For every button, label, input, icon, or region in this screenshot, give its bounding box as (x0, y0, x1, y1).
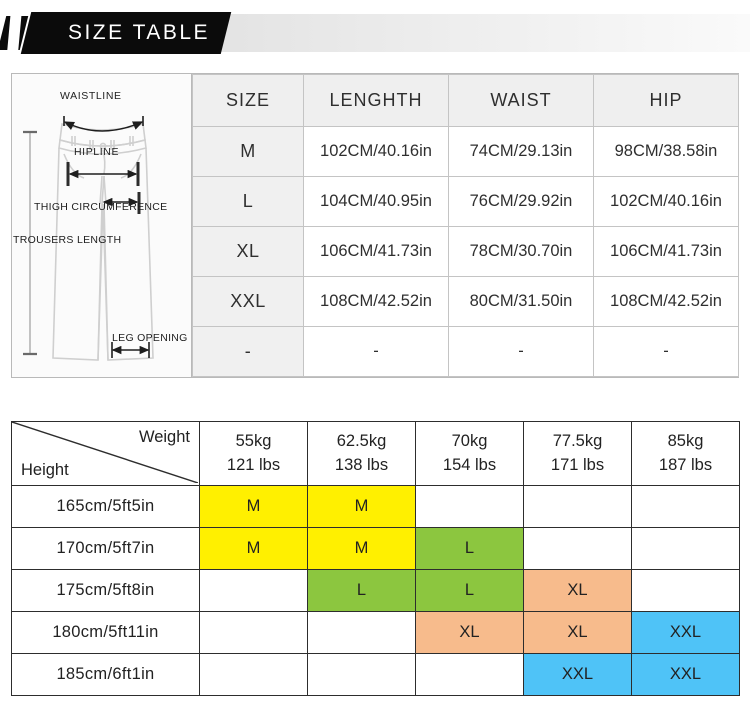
cell-waist: 80CM/31.50in (448, 276, 594, 327)
table-row: XXL 108CM/42.52in 80CM/31.50in 108CM/42.… (192, 276, 739, 327)
weight-kg: 85kg (667, 432, 704, 451)
trousers-measurement-diagram: WAISTLINE HIPLINE THIGH CIRCUMFERENCE TR… (12, 74, 192, 377)
col-header-size: SIZE (192, 74, 304, 127)
fit-cell: XL (523, 611, 632, 654)
weight-header-cell: 77.5kg 171 lbs (523, 421, 632, 486)
height-label-cell: 185cm/6ft1in (11, 653, 200, 696)
fit-matrix-header-row: Weight Height 55kg 121 lbs 62.5kg 138 lb… (11, 421, 740, 486)
diagram-label-trousers-length: TROUSERS LENGTH (13, 234, 122, 246)
cell-hip: 108CM/42.52in (593, 276, 739, 327)
cell-hip: 106CM/41.73in (593, 226, 739, 277)
table-row: - - - - (192, 326, 739, 377)
fit-cell (631, 485, 740, 528)
table-row: 185cm/6ft1in XXL XXL (11, 653, 740, 696)
fit-cell: L (415, 527, 524, 570)
height-label-cell: 180cm/5ft11in (11, 611, 200, 654)
weight-header-cell: 55kg 121 lbs (199, 421, 308, 486)
cell-size: - (192, 326, 304, 377)
weight-kg: 62.5kg (336, 432, 387, 451)
table-row: 175cm/5ft8in L L XL (11, 569, 740, 612)
fit-cell: XL (523, 569, 632, 612)
fit-cell (307, 653, 416, 696)
height-label-cell: 175cm/5ft8in (11, 569, 200, 612)
weight-header-cell: 62.5kg 138 lbs (307, 421, 416, 486)
col-header-waist: WAIST (448, 74, 594, 127)
size-table-section: WAISTLINE HIPLINE THIGH CIRCUMFERENCE TR… (11, 73, 739, 378)
cell-length: 104CM/40.95in (303, 176, 449, 227)
weight-kg: 77.5kg (552, 432, 603, 451)
fit-cell: M (307, 485, 416, 528)
col-header-length: LENGHTH (303, 74, 449, 127)
size-table-header-row: SIZE LENGHTH WAIST HIP (192, 74, 739, 127)
diagram-label-waistline: WAISTLINE (60, 90, 122, 102)
col-header-hip: HIP (593, 74, 739, 127)
weight-lbs: 171 lbs (550, 455, 605, 474)
fit-cell (523, 527, 632, 570)
fit-cell: XXL (631, 653, 740, 696)
weight-lbs: 154 lbs (442, 455, 497, 474)
diagram-label-hipline: HIPLINE (74, 146, 120, 158)
fit-cell (415, 653, 524, 696)
corner-label-height: Height (21, 461, 69, 479)
fit-cell (199, 611, 308, 654)
diagram-label-thigh-circumference: THIGH CIRCUMFERENCE (34, 201, 168, 213)
cell-size: XXL (192, 276, 304, 327)
weight-header-cell: 85kg 187 lbs (631, 421, 740, 486)
fit-cell (199, 653, 308, 696)
fit-cell: L (307, 569, 416, 612)
corner-label-weight: Weight (138, 428, 190, 446)
fit-cell: L (415, 569, 524, 612)
table-row: 180cm/5ft11in XL XL XXL (11, 611, 740, 654)
cell-length: 106CM/41.73in (303, 226, 449, 277)
height-label-cell: 165cm/5ft5in (11, 485, 200, 528)
fit-cell (523, 485, 632, 528)
fit-cell (631, 527, 740, 570)
fit-cell (199, 569, 308, 612)
weight-lbs: 187 lbs (658, 455, 713, 474)
weight-header-cell: 70kg 154 lbs (415, 421, 524, 486)
fit-cell: M (307, 527, 416, 570)
weight-lbs: 121 lbs (226, 455, 281, 474)
cell-hip: 102CM/40.16in (593, 176, 739, 227)
cell-length: 108CM/42.52in (303, 276, 449, 327)
table-row: 165cm/5ft5in M M (11, 485, 740, 528)
weight-kg: 70kg (451, 432, 488, 451)
fit-cell: XXL (523, 653, 632, 696)
fit-matrix-table: Weight Height 55kg 121 lbs 62.5kg 138 lb… (11, 421, 740, 696)
cell-waist: 78CM/30.70in (448, 226, 594, 277)
cell-waist: - (448, 326, 594, 377)
page-banner: SIZE TABLE (0, 0, 750, 62)
cell-size: XL (192, 226, 304, 277)
cell-waist: 74CM/29.13in (448, 126, 594, 177)
fit-cell (307, 611, 416, 654)
weight-kg: 55kg (235, 432, 272, 451)
fit-cell: M (199, 485, 308, 528)
height-label-cell: 170cm/5ft7in (11, 527, 200, 570)
fit-cell: M (199, 527, 308, 570)
size-table: SIZE LENGHTH WAIST HIP M 102CM/40.16in 7… (192, 74, 739, 377)
corner-header-cell: Weight Height (11, 421, 200, 486)
cell-waist: 76CM/29.92in (448, 176, 594, 227)
cell-size: L (192, 176, 304, 227)
fit-cell: XL (415, 611, 524, 654)
cell-hip: 98CM/38.58in (593, 126, 739, 177)
weight-lbs: 138 lbs (334, 455, 389, 474)
fit-cell (631, 569, 740, 612)
cell-length: - (303, 326, 449, 377)
table-row: L 104CM/40.95in 76CM/29.92in 102CM/40.16… (192, 176, 739, 227)
fit-cell (415, 485, 524, 528)
page-title: SIZE TABLE (67, 21, 211, 44)
table-row: M 102CM/40.16in 74CM/29.13in 98CM/38.58i… (192, 126, 739, 177)
table-row: XL 106CM/41.73in 78CM/30.70in 106CM/41.7… (192, 226, 739, 277)
table-row: 170cm/5ft7in M M L (11, 527, 740, 570)
cell-size: M (192, 126, 304, 177)
cell-length: 102CM/40.16in (303, 126, 449, 177)
diagram-label-leg-opening: LEG OPENING (112, 332, 188, 344)
fit-cell: XXL (631, 611, 740, 654)
cell-hip: - (593, 326, 739, 377)
